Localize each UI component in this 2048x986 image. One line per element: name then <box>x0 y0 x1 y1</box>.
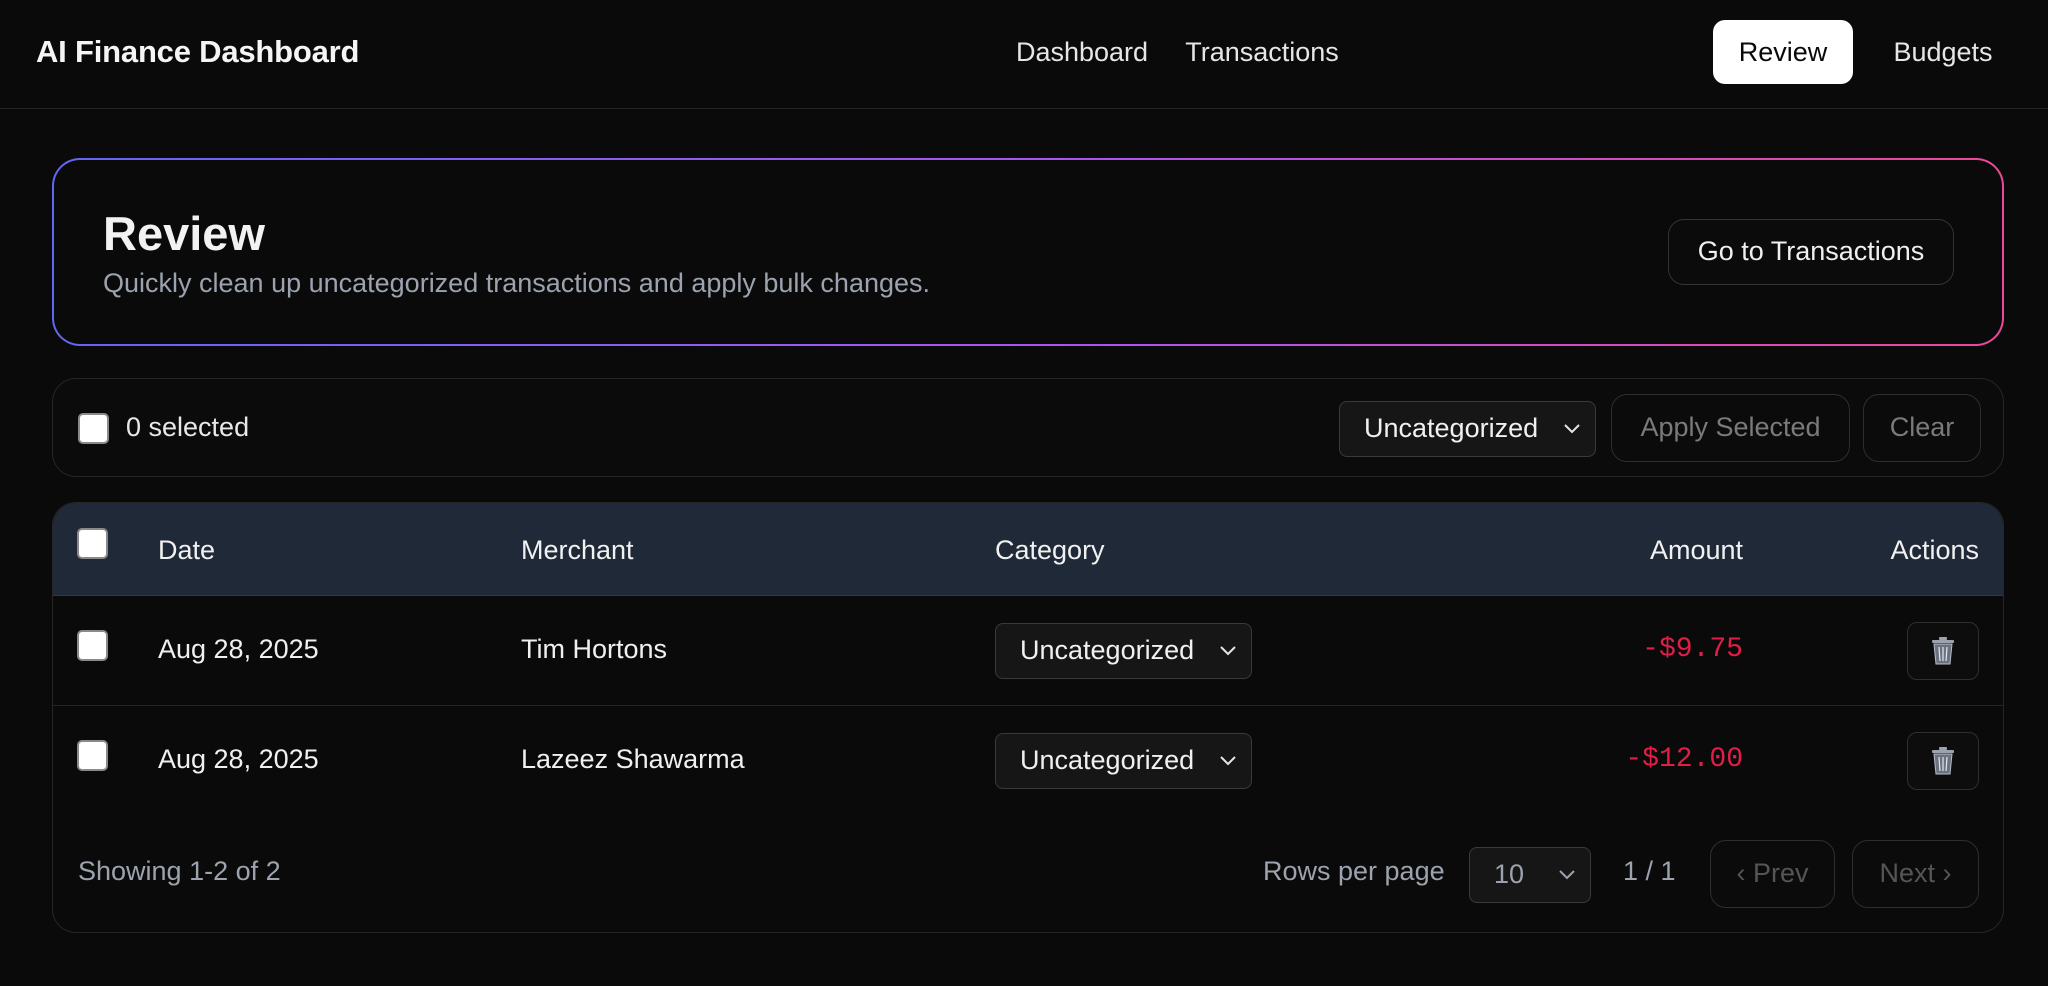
row-category-value: Uncategorized <box>1020 635 1195 665</box>
rows-per-page-label: Rows per page <box>1263 856 1445 886</box>
row-category-select[interactable]: Uncategorized <box>995 733 1252 789</box>
app-title: AI Finance Dashboard <box>36 34 360 69</box>
chevron-down-icon <box>1219 624 1237 677</box>
trash-icon <box>1932 747 1954 775</box>
table-header: Date Merchant Category Amount Actions <box>53 503 2003 596</box>
table-row: Aug 28, 2025 Lazeez Shawarma Uncategoriz… <box>53 706 2003 816</box>
trash-icon <box>1932 637 1954 665</box>
nav-budgets[interactable]: Budgets <box>1873 20 2013 84</box>
page-subtitle: Quickly clean up uncategorized transacti… <box>103 268 931 298</box>
column-header-amount[interactable]: Amount <box>1650 535 1743 566</box>
selected-count: 0 selected <box>126 412 250 442</box>
bulk-category-select[interactable]: Uncategorized <box>1339 401 1596 457</box>
row-checkbox[interactable] <box>77 630 108 661</box>
rows-per-page-select[interactable]: 10 <box>1469 847 1591 903</box>
delete-row-button[interactable] <box>1907 732 1979 790</box>
row-amount: -$12.00 <box>1625 744 1743 775</box>
prev-page-button[interactable]: ‹ Prev <box>1710 840 1835 908</box>
row-category-value: Uncategorized <box>1020 745 1195 775</box>
showing-count: Showing 1-2 of 2 <box>78 856 281 886</box>
nav-dashboard[interactable]: Dashboard <box>1000 20 1164 84</box>
column-header-actions: Actions <box>1890 535 1979 565</box>
apply-selected-button[interactable]: Apply Selected <box>1611 394 1850 462</box>
page-title: Review <box>103 207 265 260</box>
delete-row-button[interactable] <box>1907 622 1979 680</box>
row-merchant: Tim Hortons <box>521 634 668 664</box>
review-hero-inner: Review Quickly clean up uncategorized tr… <box>54 160 2002 344</box>
table-row: Aug 28, 2025 Tim Hortons Uncategorized -… <box>53 596 2003 706</box>
nav-transactions[interactable]: Transactions <box>1164 20 1360 84</box>
chevron-down-icon <box>1219 734 1237 787</box>
chevron-down-icon <box>1558 848 1576 901</box>
row-amount: -$9.75 <box>1642 634 1743 665</box>
review-table: Date Merchant Category Amount Actions Au… <box>52 502 2004 933</box>
clear-button[interactable]: Clear <box>1863 394 1981 462</box>
row-date: Aug 28, 2025 <box>158 744 319 774</box>
go-to-transactions-button[interactable]: Go to Transactions <box>1668 219 1954 285</box>
bulk-category-value: Uncategorized <box>1364 413 1539 443</box>
row-checkbox[interactable] <box>77 740 108 771</box>
header-select-checkbox[interactable] <box>77 528 108 559</box>
next-page-button[interactable]: Next › <box>1852 840 1979 908</box>
nav-review[interactable]: Review <box>1713 20 1853 84</box>
row-merchant: Lazeez Shawarma <box>521 744 745 774</box>
column-header-merchant[interactable]: Merchant <box>521 535 634 566</box>
chevron-down-icon <box>1563 402 1581 455</box>
row-date: Aug 28, 2025 <box>158 634 319 664</box>
bulk-actions-bar: 0 selected Uncategorized Apply Selected … <box>52 378 2004 477</box>
top-navbar: AI Finance Dashboard Dashboard Transacti… <box>0 0 2048 109</box>
row-category-select[interactable]: Uncategorized <box>995 623 1252 679</box>
column-header-category[interactable]: Category <box>995 535 1105 566</box>
column-header-date[interactable]: Date <box>158 535 215 566</box>
review-hero-card: Review Quickly clean up uncategorized tr… <box>52 158 2004 346</box>
rows-per-page-value: 10 <box>1494 859 1525 889</box>
page-indicator: 1 / 1 <box>1623 856 1676 886</box>
select-all-checkbox[interactable] <box>78 413 109 444</box>
